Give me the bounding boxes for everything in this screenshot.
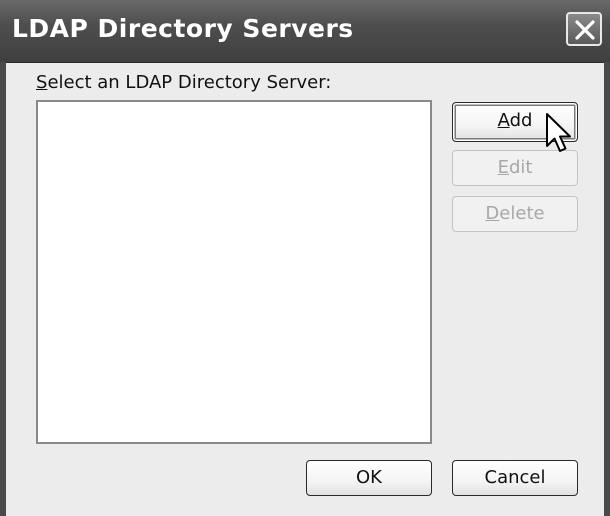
cancel-button[interactable]: Cancel (452, 460, 578, 496)
close-button[interactable] (566, 12, 602, 46)
close-icon (575, 20, 595, 40)
ldap-server-listbox[interactable] (36, 100, 432, 444)
edit-button[interactable]: Edit (452, 150, 578, 186)
server-list-label: Select an LDAP Directory Server: (36, 72, 332, 93)
ldap-dialog-window: LDAP Directory Servers Select an LDAP Di… (0, 0, 610, 516)
window-border-left (0, 62, 6, 516)
delete-button[interactable]: Delete (452, 196, 578, 232)
title-bar[interactable]: LDAP Directory Servers (0, 0, 610, 63)
dialog-title: LDAP Directory Servers (12, 14, 354, 43)
add-button[interactable]: Add (452, 102, 578, 142)
ok-button[interactable]: OK (306, 460, 432, 496)
window-border-right (604, 62, 610, 516)
